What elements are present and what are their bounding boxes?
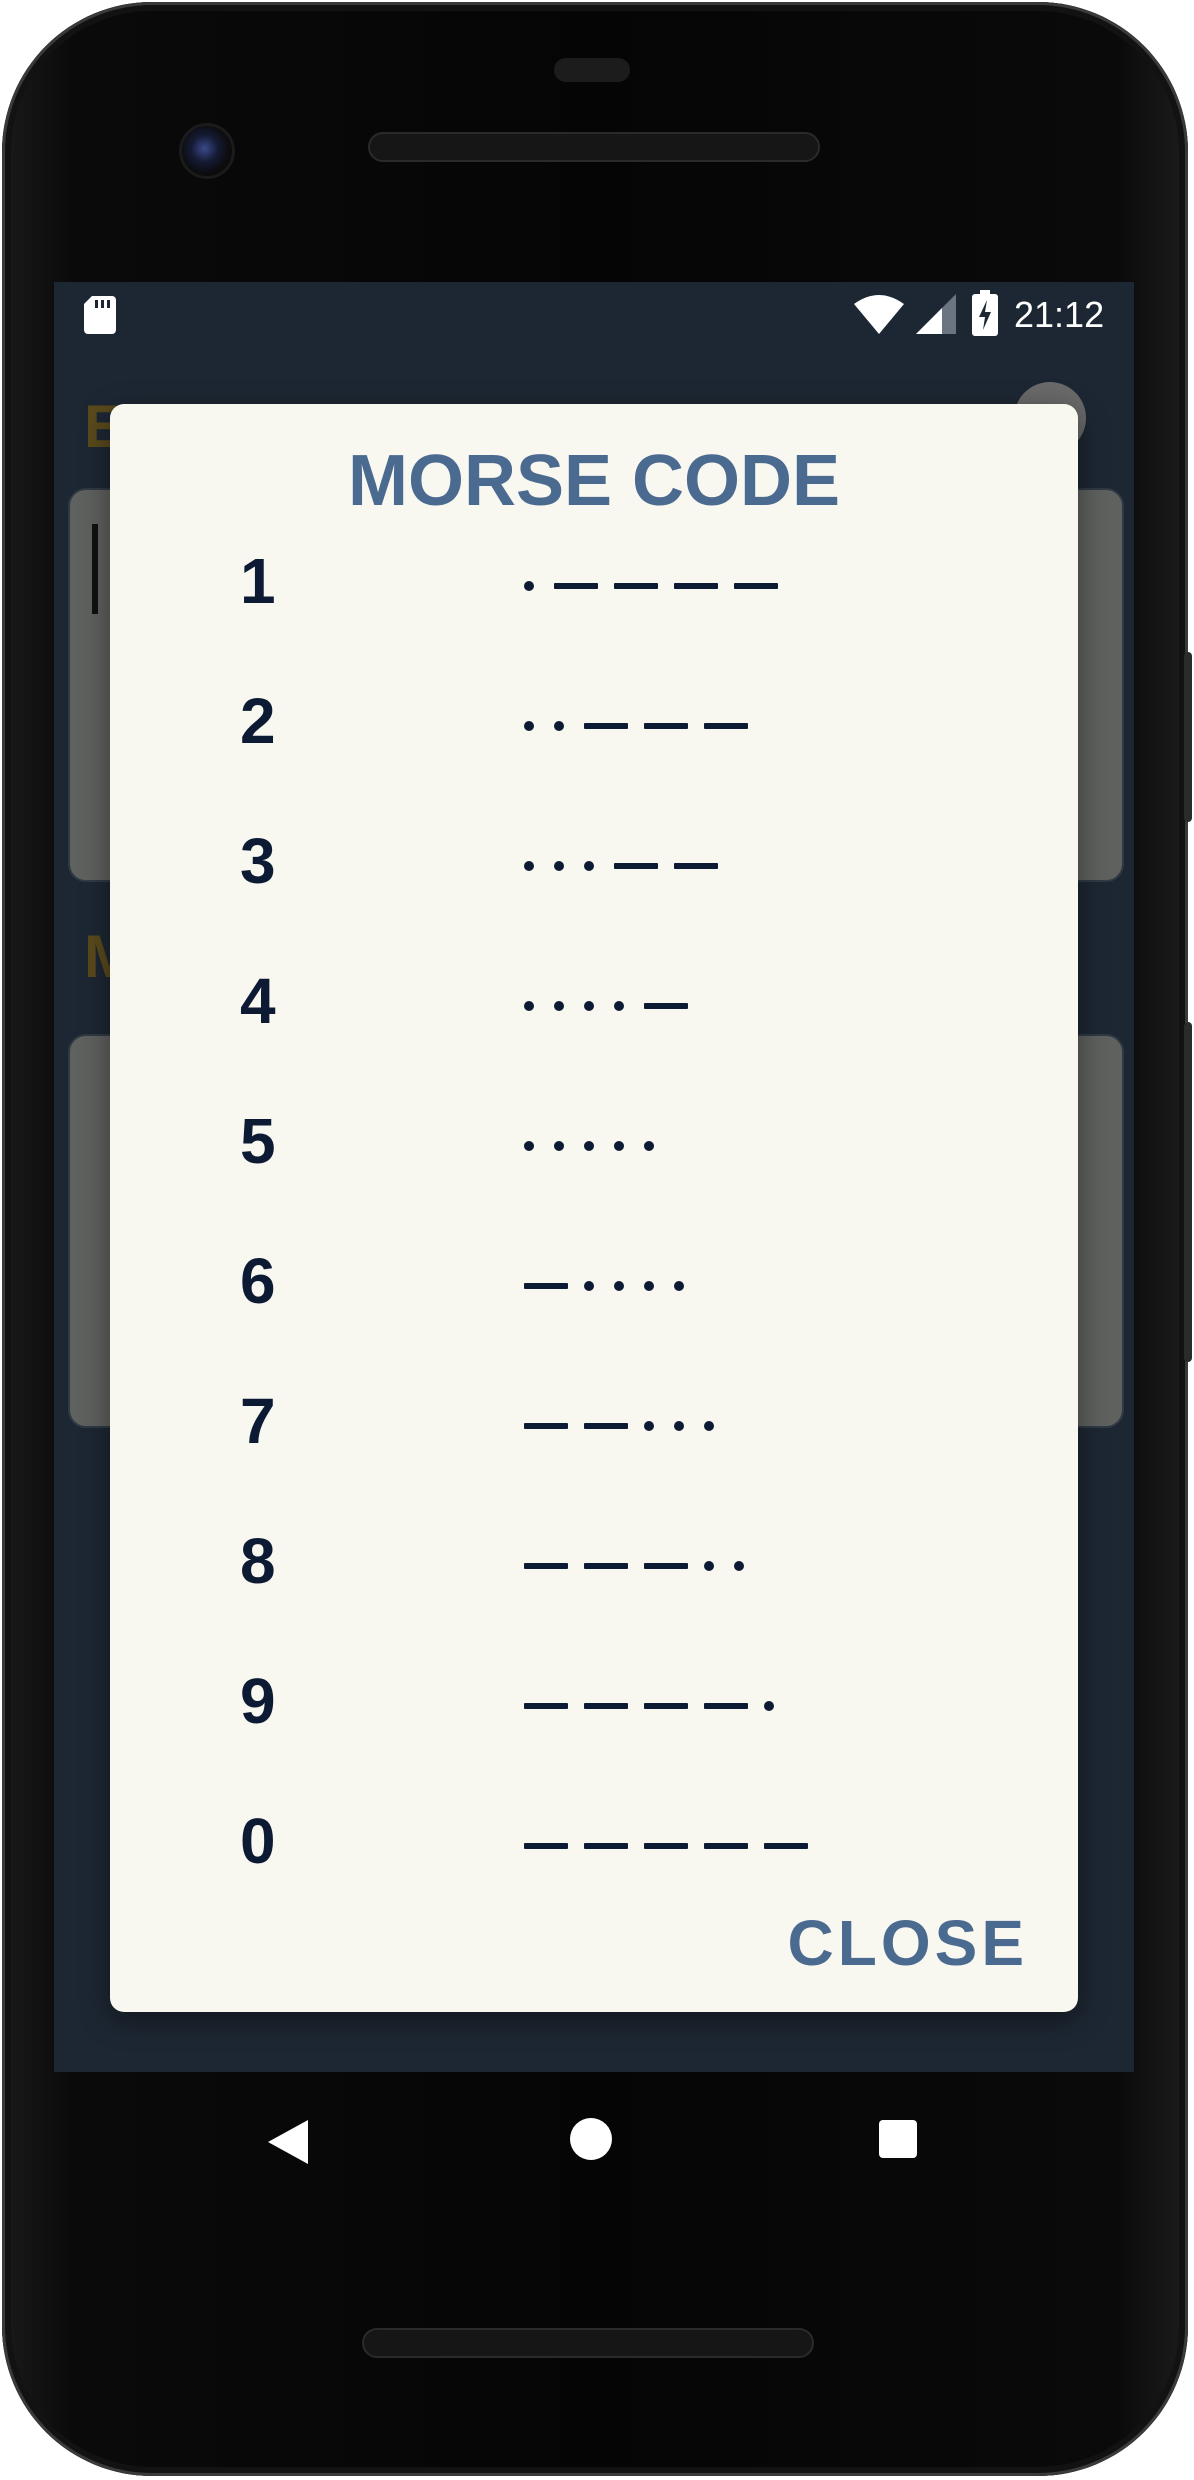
morse-dash (644, 723, 688, 729)
morse-dot (764, 1701, 774, 1711)
morse-dot (644, 1281, 654, 1291)
morse-digit: 4 (240, 965, 276, 1037)
top-speaker (368, 132, 820, 162)
navigation-bar (54, 2072, 1134, 2212)
volume-button (1184, 1022, 1192, 1362)
earpiece (554, 58, 630, 82)
morse-dash (704, 1843, 748, 1849)
morse-dot (554, 1001, 564, 1011)
morse-dot (584, 1141, 594, 1151)
morse-dash (524, 1423, 568, 1429)
morse-dash (674, 863, 718, 869)
morse-dot (704, 1421, 714, 1431)
morse-dot (734, 1561, 744, 1571)
morse-row: 6 (110, 1244, 1078, 1344)
morse-dash (764, 1843, 808, 1849)
morse-dot (584, 861, 594, 871)
morse-dash (704, 1703, 748, 1709)
morse-digit: 6 (240, 1245, 276, 1317)
morse-dash (674, 583, 718, 589)
screen: 21:12 ENGLISH M MORSE CODE 1 2 3 4 (54, 282, 1134, 2072)
morse-dot (704, 1561, 714, 1571)
morse-dash (614, 583, 658, 589)
morse-row: 7 (110, 1384, 1078, 1484)
morse-dash (584, 1703, 628, 1709)
morse-row: 9 (110, 1664, 1078, 1764)
morse-row: 0 (110, 1804, 1078, 1904)
morse-dash (644, 1703, 688, 1709)
sd-card-icon (84, 296, 116, 334)
morse-dot (584, 1001, 594, 1011)
morse-dot (554, 861, 564, 871)
morse-dash (704, 723, 748, 729)
morse-dash (644, 1843, 688, 1849)
morse-dot (524, 1141, 534, 1151)
battery-charging-icon (972, 290, 998, 336)
morse-dot (674, 1421, 684, 1431)
morse-digit: 1 (240, 545, 276, 617)
morse-digit: 9 (240, 1665, 276, 1737)
morse-row: 4 (110, 964, 1078, 1064)
morse-dash (524, 1563, 568, 1569)
morse-dash (614, 863, 658, 869)
morse-digit: 3 (240, 825, 276, 897)
morse-dot (554, 1141, 564, 1151)
morse-dot (524, 581, 534, 591)
morse-dash (524, 1283, 568, 1289)
morse-dot (524, 861, 534, 871)
morse-dot (644, 1141, 654, 1151)
morse-dash (584, 1563, 628, 1569)
morse-dot (614, 1141, 624, 1151)
morse-row: 5 (110, 1104, 1078, 1204)
background-text-cursor (92, 524, 98, 614)
morse-digit: 7 (240, 1385, 276, 1457)
home-icon[interactable] (570, 2118, 612, 2160)
morse-dash (644, 1563, 688, 1569)
dialog-title: MORSE CODE (347, 441, 841, 521)
morse-dot (614, 1281, 624, 1291)
morse-row: 8 (110, 1524, 1078, 1624)
morse-digit: 2 (240, 685, 276, 757)
morse-dot (674, 1281, 684, 1291)
status-bar: 21:12 (54, 282, 1134, 346)
morse-dot (644, 1421, 654, 1431)
morse-dot (524, 721, 534, 731)
recents-icon[interactable] (879, 2120, 917, 2158)
morse-digit: 0 (240, 1805, 276, 1877)
power-button (1184, 652, 1192, 822)
morse-dash (554, 583, 598, 589)
morse-row: 2 (110, 684, 1078, 784)
morse-row: 1 (110, 544, 1078, 644)
morse-dash (524, 1703, 568, 1709)
morse-dash (524, 1843, 568, 1849)
morse-dot (614, 1001, 624, 1011)
morse-digit: 8 (240, 1525, 276, 1597)
morse-dot (524, 1001, 534, 1011)
morse-digit: 5 (240, 1105, 276, 1177)
back-icon[interactable] (268, 2120, 308, 2164)
bottom-speaker (362, 2328, 814, 2358)
morse-dot (554, 721, 564, 731)
morse-dash (734, 583, 778, 589)
signal-icon (916, 294, 956, 334)
morse-code-dialog: MORSE CODE 1 2 3 4 5 6 7 8 9 0 CLOSE (110, 404, 1078, 2012)
close-button[interactable]: CLOSE (788, 1906, 1028, 1980)
wifi-icon (854, 295, 904, 334)
morse-dash (584, 723, 628, 729)
morse-dot (584, 1281, 594, 1291)
morse-row: 3 (110, 824, 1078, 924)
phone-frame: 21:12 ENGLISH M MORSE CODE 1 2 3 4 (2, 2, 1192, 2476)
status-time: 21:12 (1014, 294, 1105, 335)
morse-dash (644, 1003, 688, 1009)
morse-dash (584, 1843, 628, 1849)
morse-dash (584, 1423, 628, 1429)
front-camera (182, 126, 232, 176)
